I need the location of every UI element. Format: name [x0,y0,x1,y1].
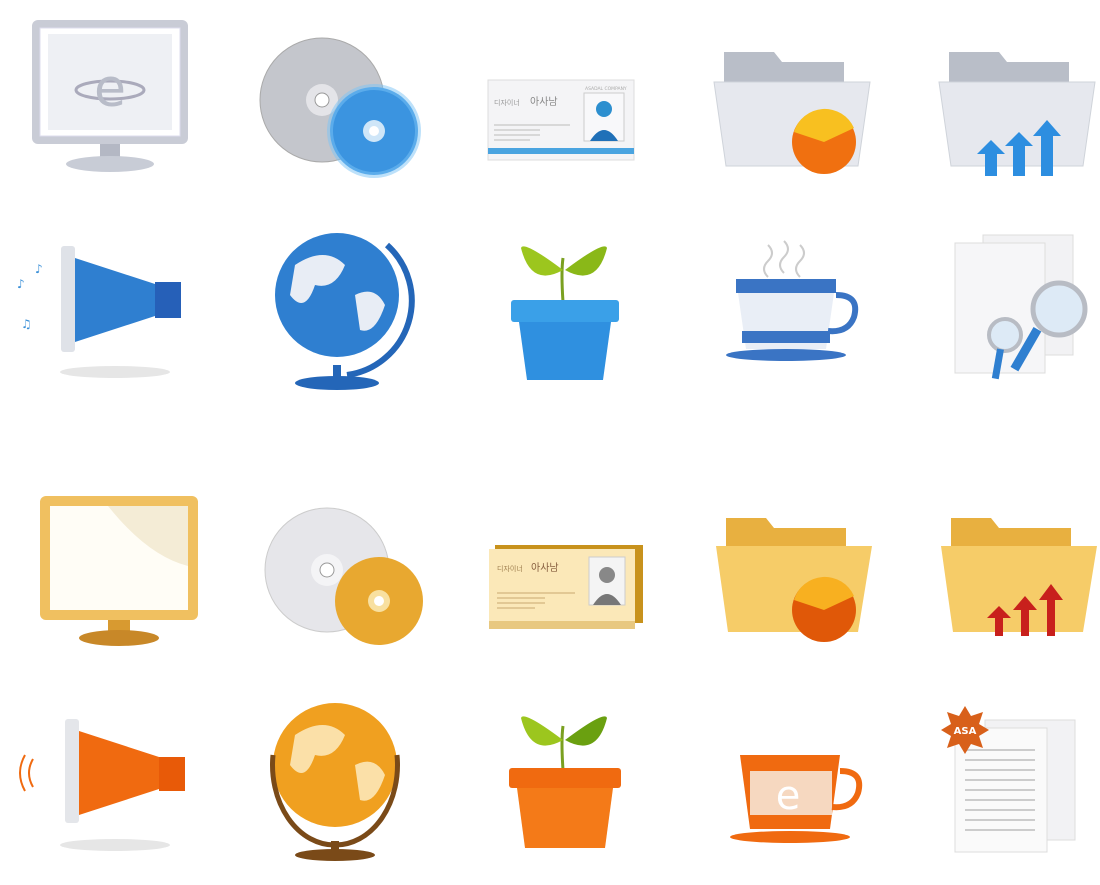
globe-orange-icon [245,695,445,865]
folder-pie-chart-blue-icon [690,30,890,200]
svg-text:디자이너: 디자이너 [497,564,523,573]
cd-disc-icon [240,25,440,195]
svg-text:♫: ♫ [21,317,32,331]
cd-disc-gold-icon [245,495,445,665]
svg-text:e: e [776,773,801,819]
business-card-gold-icon: 디자이너 아사남 [465,505,665,675]
megaphone-orange-icon [5,705,205,875]
potted-plant-blue-icon [465,228,665,398]
folder-growth-arrows-gold-icon [915,500,1100,670]
business-card-blue-icon: 디자이너 아사남 ASADAL COMPANY [460,35,660,205]
svg-text:ASADAL COMPANY: ASADAL COMPANY [585,86,627,92]
svg-text:e: e [94,59,126,119]
svg-text:디자이너: 디자이너 [494,98,520,107]
folder-pie-chart-gold-icon [690,500,890,670]
svg-text:♪: ♪ [17,277,25,291]
documents-badge-icon: ASA [915,700,1100,870]
potted-plant-orange-icon [465,700,665,870]
svg-text:♪: ♪ [35,262,43,276]
coffee-cup-orange-icon: e [690,715,890,885]
monitor-browser-icon: e [8,12,208,182]
globe-blue-icon [245,225,445,395]
svg-text:아사남: 아사남 [530,96,558,108]
coffee-cup-blue-icon [690,225,890,395]
folder-growth-arrows-blue-icon [915,30,1100,200]
monitor-gold-icon [18,488,218,658]
megaphone-blue-icon: ♪ ♪ ♫ [5,228,205,398]
documents-search-icon [915,225,1100,395]
svg-text:ASA: ASA [954,726,977,737]
svg-text:아사남: 아사남 [531,562,559,574]
